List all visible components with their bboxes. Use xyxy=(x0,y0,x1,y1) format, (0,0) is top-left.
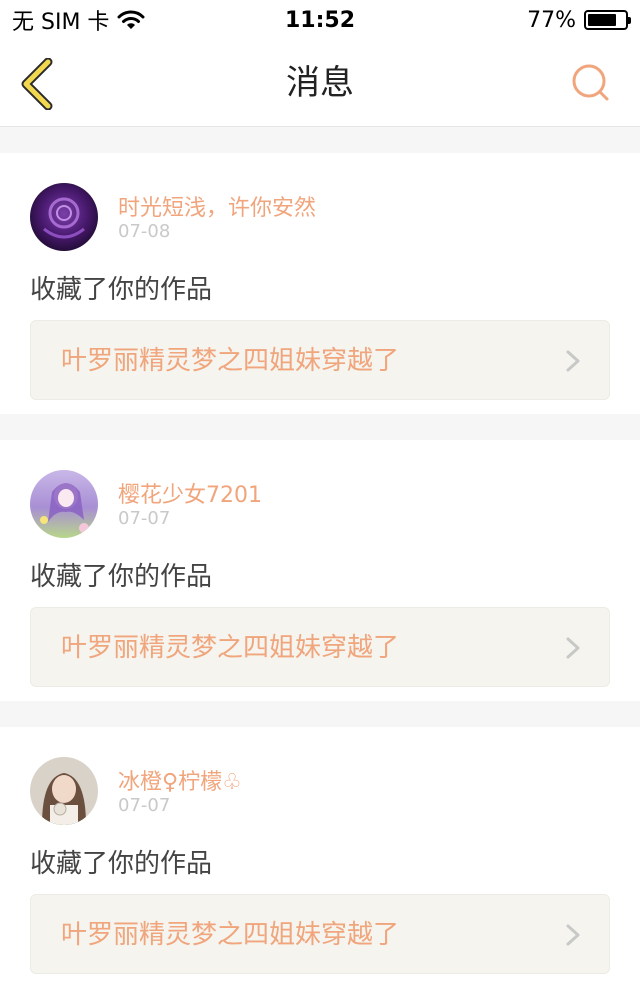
battery-percent: 77% xyxy=(527,7,576,33)
divider xyxy=(0,701,640,727)
battery-level xyxy=(588,14,616,26)
work-title: 叶罗丽精灵梦之四姐妹穿越了 xyxy=(61,346,400,376)
message-card: 冰橙♀柠檬♧ 07-07 收藏了你的作品 叶罗丽精灵梦之四姐妹穿越了 xyxy=(0,727,640,988)
status-bar: 无 SIM 卡 11:52 77% xyxy=(0,0,640,40)
divider xyxy=(0,127,640,153)
divider xyxy=(0,414,640,440)
message-date: 07-07 xyxy=(118,508,171,529)
message-list: 时光短浅，许你安然 07-08 收藏了你的作品 叶罗丽精灵梦之四姐妹穿越了 樱花… xyxy=(0,127,640,988)
work-title: 叶罗丽精灵梦之四姐妹穿越了 xyxy=(61,920,400,950)
message-date: 07-07 xyxy=(118,795,171,816)
chevron-right-icon xyxy=(566,924,580,946)
work-link[interactable]: 叶罗丽精灵梦之四姐妹穿越了 xyxy=(30,320,610,400)
user-name[interactable]: 时光短浅，许你安然 xyxy=(118,190,316,222)
action-text: 收藏了你的作品 xyxy=(30,849,213,879)
action-text: 收藏了你的作品 xyxy=(30,275,213,305)
status-right: 77% xyxy=(527,7,631,33)
battery-icon xyxy=(584,10,631,30)
action-text: 收藏了你的作品 xyxy=(30,562,213,592)
chevron-left-icon xyxy=(21,57,53,111)
message-card: 樱花少女7201 07-07 收藏了你的作品 叶罗丽精灵梦之四姐妹穿越了 xyxy=(0,440,640,701)
search-button[interactable] xyxy=(570,62,612,104)
work-link[interactable]: 叶罗丽精灵梦之四姐妹穿越了 xyxy=(30,894,610,974)
navigation-bar: 消息 xyxy=(0,40,640,127)
chevron-right-icon xyxy=(566,637,580,659)
purple-rose-avatar[interactable] xyxy=(30,183,98,251)
user-name[interactable]: 樱花少女7201 xyxy=(118,477,262,509)
back-button[interactable] xyxy=(18,57,58,111)
work-link[interactable]: 叶罗丽精灵梦之四姐妹穿越了 xyxy=(30,607,610,687)
search-icon xyxy=(572,64,609,101)
message-card: 时光短浅，许你安然 07-08 收藏了你的作品 叶罗丽精灵梦之四姐妹穿越了 xyxy=(0,153,640,414)
chevron-right-icon xyxy=(566,350,580,372)
message-date: 07-08 xyxy=(118,221,171,242)
work-title: 叶罗丽精灵梦之四姐妹穿越了 xyxy=(61,633,400,663)
page-title: 消息 xyxy=(286,63,354,103)
photo-girl-avatar[interactable] xyxy=(30,757,98,825)
user-name[interactable]: 冰橙♀柠檬♧ xyxy=(118,764,242,796)
anime-girl-avatar[interactable] xyxy=(30,470,98,538)
